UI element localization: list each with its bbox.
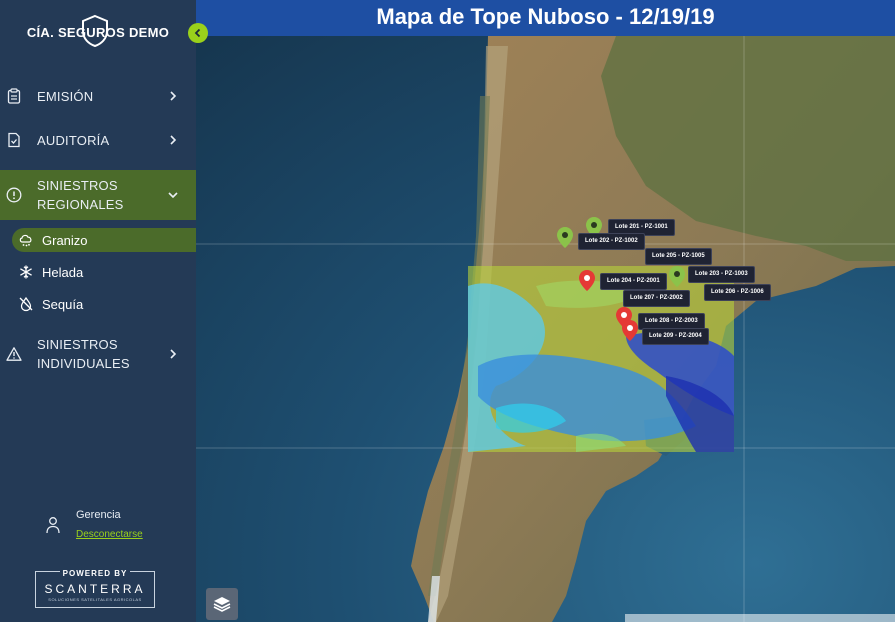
page-title: Mapa de Tope Nuboso - 12/19/19: [376, 4, 715, 29]
nav-label-auditoria: AUDITORÍA: [37, 132, 110, 148]
hail-cloud-icon: [19, 234, 32, 247]
lot-label-205[interactable]: Lote 205 - PZ-1005: [645, 248, 712, 265]
warning-triangle-icon: [6, 347, 22, 361]
sidebar: CÍA. SEGUROS DEMO EMISIÓN AUDITORÍA SINI…: [0, 0, 196, 622]
lot-label-202[interactable]: Lote 202 - PZ-1002: [578, 233, 645, 250]
lot-label-209[interactable]: Lote 209 - PZ-2004: [642, 328, 709, 345]
powered-label: POWERED BY: [59, 569, 131, 578]
chevron-right-icon: [170, 135, 177, 145]
layers-button[interactable]: [206, 588, 238, 620]
chevron-down-icon: [168, 192, 178, 199]
nav-label-individuales: INDIVIDUALES: [37, 356, 130, 371]
cloud-top-overlay: [468, 266, 734, 452]
nav-item-auditoria[interactable]: AUDITORÍA: [0, 128, 196, 152]
nav-item-siniestros-regionales[interactable]: SINIESTROS REGIONALES: [0, 170, 196, 220]
user-name: Gerencia: [76, 509, 121, 521]
no-drop-icon: [19, 296, 33, 312]
nav-item-siniestros-individuales[interactable]: SINIESTROS INDIVIDUALES: [0, 332, 196, 376]
lot-label-204[interactable]: Lote 204 - PZ-2001: [600, 273, 667, 290]
brand-name: CÍA. SEGUROS DEMO: [26, 25, 170, 40]
logout-link[interactable]: Desconectarse: [76, 529, 143, 540]
map-view[interactable]: Lote 201 - PZ-1001 Lote 202 - PZ-1002 Lo…: [196, 36, 895, 622]
document-check-icon: [8, 132, 20, 148]
sub-label-sequia: Sequía: [42, 296, 84, 312]
page-header: Mapa de Tope Nuboso - 12/19/19: [196, 0, 895, 36]
snowflake-icon: [20, 265, 32, 279]
chevron-right-icon: [170, 91, 177, 101]
powered-name: SCANTERRA: [44, 582, 146, 596]
alert-circle-icon: [6, 187, 22, 203]
clipboard-icon: [7, 88, 21, 104]
satellite-map: [196, 36, 895, 622]
nav-label-emision: EMISIÓN: [37, 88, 94, 104]
nav-label-siniestros: SINIESTROS: [37, 178, 118, 193]
chevron-left-icon: [194, 28, 201, 38]
map-attribution-bar: [625, 614, 895, 622]
powered-tagline: SOLUCIONES SATELITALES AGRICOLAS: [48, 597, 142, 602]
collapse-sidebar-button[interactable]: [188, 23, 208, 43]
sub-item-granizo[interactable]: Granizo: [12, 228, 196, 252]
chevron-right-icon: [170, 349, 177, 359]
powered-by-badge: POWERED BY SCANTERRA SOLUCIONES SATELITA…: [35, 569, 155, 608]
nav-label-regionales: REGIONALES: [37, 197, 124, 212]
lot-label-206[interactable]: Lote 206 - PZ-1006: [704, 284, 771, 301]
sub-item-helada[interactable]: Helada: [12, 260, 196, 284]
lot-label-203[interactable]: Lote 203 - PZ-1003: [688, 266, 755, 283]
sub-item-sequia[interactable]: Sequía: [12, 292, 196, 316]
sub-label-helada: Helada: [42, 264, 84, 280]
user-icon: [46, 517, 60, 534]
nav-label-siniestros-2: SINIESTROS: [37, 337, 118, 352]
sub-label-granizo: Granizo: [42, 232, 88, 248]
lot-label-207[interactable]: Lote 207 - PZ-2002: [623, 290, 690, 307]
layers-icon: [213, 597, 231, 612]
brand-logo: CÍA. SEGUROS DEMO: [0, 10, 196, 54]
nav-item-emision[interactable]: EMISIÓN: [0, 84, 196, 108]
